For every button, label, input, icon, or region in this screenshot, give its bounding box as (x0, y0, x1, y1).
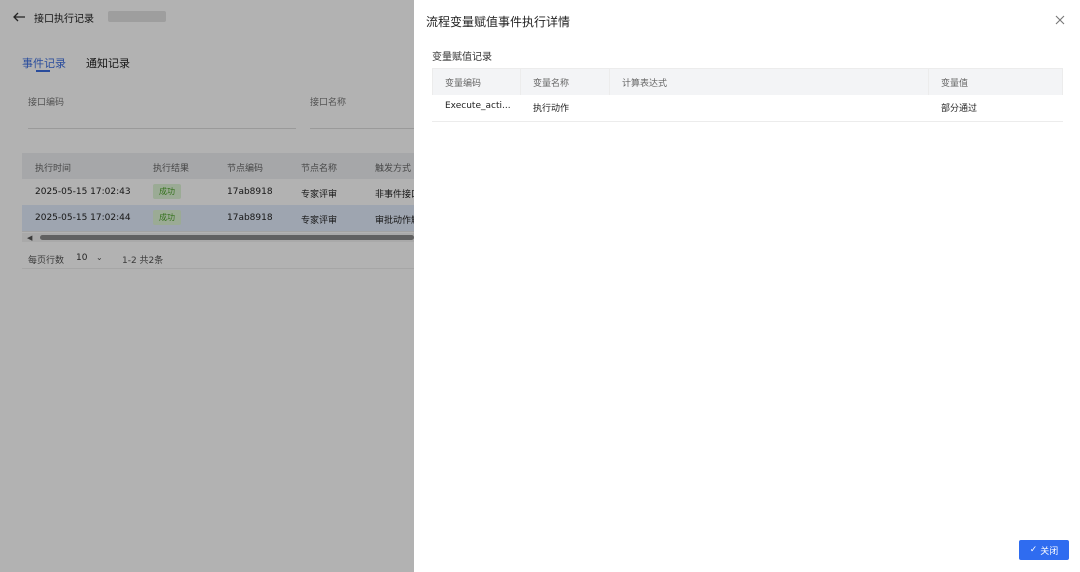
column-header[interactable]: 计算表达式 (622, 76, 667, 89)
close-icon[interactable] (1054, 14, 1066, 26)
check-icon: ✓ (1029, 545, 1038, 555)
cell-variable-value: 部分通过 (941, 104, 978, 114)
section-title: 变量赋值记录 (432, 52, 492, 63)
cell-variable-name: 执行动作 (533, 104, 570, 114)
close-button[interactable]: ✓ 关闭 (1019, 540, 1069, 560)
variable-table-header (432, 68, 1063, 96)
column-header[interactable]: 变量名称 (533, 76, 569, 89)
column-header[interactable]: 变量值 (941, 76, 968, 89)
column-header[interactable]: 变量编码 (445, 76, 481, 89)
close-button-label: 关闭 (1040, 546, 1059, 557)
drawer-title: 流程变量赋值事件执行详情 (426, 15, 571, 29)
cell-variable-code: Execute_acti... (445, 101, 511, 111)
modal-overlay[interactable] (0, 0, 414, 572)
